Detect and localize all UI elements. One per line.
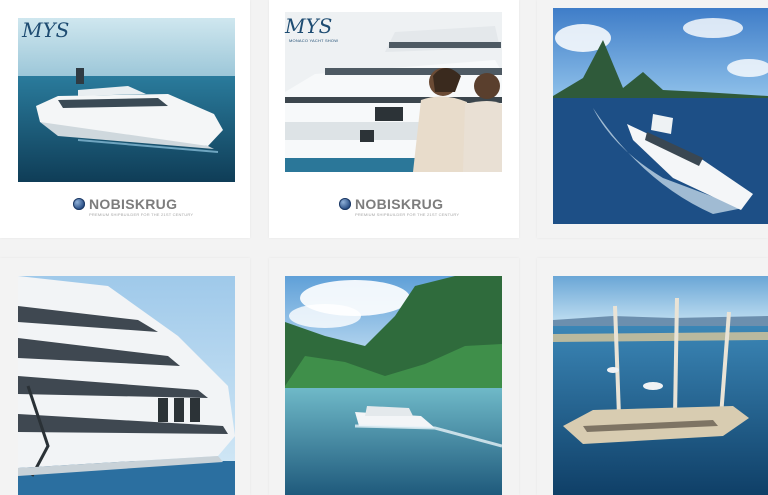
- post-tile-2[interactable]: MYS MONACO YACHT SHOW NOBISKRUG PREMIUM …: [269, 0, 519, 238]
- mys-logo: MYS: [22, 18, 70, 42]
- nobiskrug-globe-icon: [339, 198, 351, 210]
- brand-name: NOBISKRUG: [89, 196, 178, 212]
- post-image-3: [553, 8, 768, 224]
- brand-logo: NOBISKRUG: [73, 196, 177, 212]
- post-tile-5[interactable]: [269, 258, 519, 495]
- mys-logo-subtitle: MONACO YACHT SHOW: [289, 38, 339, 43]
- post-tile-3[interactable]: [537, 0, 768, 238]
- post-image-5: [285, 276, 502, 495]
- post-image-4: [18, 276, 235, 495]
- post-tile-4[interactable]: [0, 258, 250, 495]
- post-tile-1[interactable]: MYS NOBISKRUG PREMIUM SHIPBUILDER FOR TH…: [0, 0, 250, 238]
- brand-tagline: PREMIUM SHIPBUILDER FOR THE 21ST CENTURY: [89, 212, 194, 217]
- post-image-6: [553, 276, 768, 495]
- brand-logo: NOBISKRUG: [339, 196, 443, 212]
- mys-logo: MYS: [285, 14, 333, 38]
- post-tile-6[interactable]: [537, 258, 768, 495]
- brand-name: NOBISKRUG: [355, 196, 444, 212]
- post-image-1: [18, 18, 235, 182]
- nobiskrug-globe-icon: [73, 198, 85, 210]
- brand-tagline: PREMIUM SHIPBUILDER FOR THE 21ST CENTURY: [355, 212, 460, 217]
